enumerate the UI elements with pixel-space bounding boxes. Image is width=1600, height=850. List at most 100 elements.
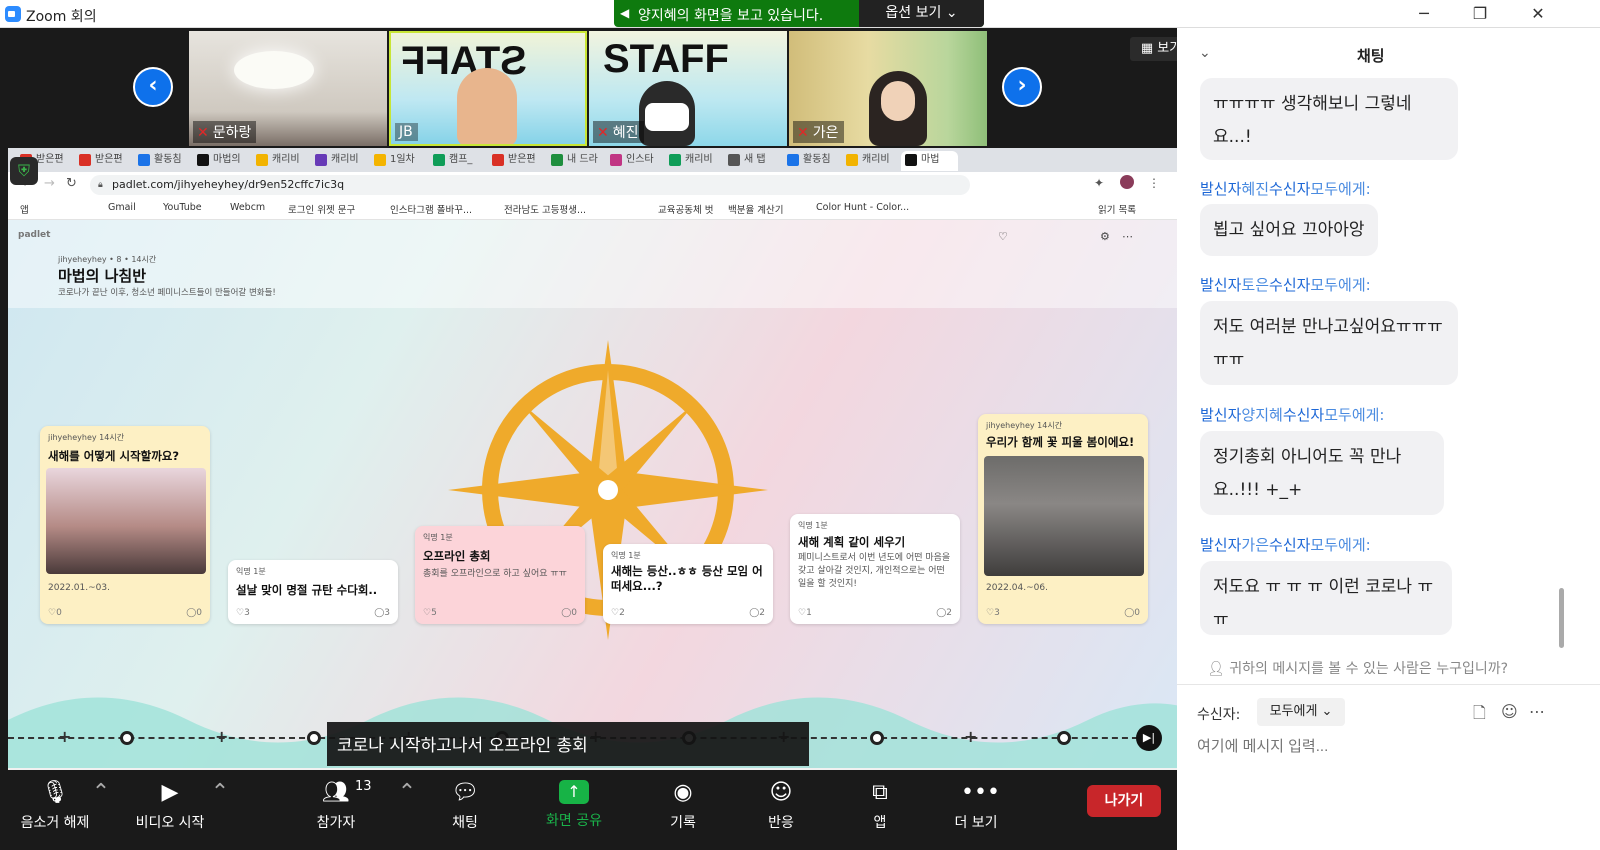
browser-tab[interactable]: 내 드라 bbox=[547, 151, 604, 171]
timeline-node[interactable] bbox=[120, 731, 134, 745]
bookmark-item[interactable]: 앱 bbox=[20, 202, 29, 216]
post-card[interactable]: 익명 1분 설날 맞이 명절 규탄 수다회.. ♡3 ◯3 bbox=[228, 560, 398, 624]
participant-tile-1[interactable]: ✕ 문하랑 bbox=[189, 31, 387, 146]
participant-tile-3[interactable]: STAFF ✕ 혜진 bbox=[589, 31, 787, 146]
bookmark-item[interactable]: Gmail bbox=[108, 202, 136, 213]
post-comments[interactable]: ◯2 bbox=[936, 608, 952, 618]
leave-meeting-button[interactable]: 나가기 bbox=[1087, 785, 1161, 817]
chevron-down-icon[interactable]: ⌄ bbox=[1199, 45, 1211, 61]
browser-tab[interactable]: 새 탭 bbox=[724, 151, 781, 171]
prev-participants-button[interactable]: ‹ bbox=[133, 67, 173, 107]
share-screen-button[interactable]: ↑ 화면 공유 bbox=[538, 770, 610, 850]
browser-tab[interactable]: 1일차 bbox=[370, 151, 427, 171]
participant-tile-2[interactable]: STAFF JB bbox=[389, 31, 587, 146]
bookmark-item[interactable]: 인스타그램 폴바꾸... bbox=[390, 202, 472, 216]
tab-label: 마법의 bbox=[213, 154, 241, 165]
person-icon: 👤︎ bbox=[1207, 661, 1230, 677]
bookmark-item[interactable]: 읽기 목록 bbox=[1098, 202, 1136, 216]
add-post-marker[interactable]: + bbox=[58, 727, 71, 746]
url-field[interactable]: 🔒︎ padlet.com/jihyeheyhey/dr9en52cffc7ic3… bbox=[90, 175, 970, 195]
browser-tab[interactable]: 마법 bbox=[901, 151, 958, 171]
restore-button[interactable]: ❐ bbox=[1456, 0, 1504, 28]
browser-tab[interactable]: 인스타 bbox=[606, 151, 663, 171]
post-likes[interactable]: ♡2 bbox=[611, 608, 625, 618]
timeline-node[interactable] bbox=[870, 731, 884, 745]
timeline-node[interactable] bbox=[1057, 731, 1071, 745]
bookmark-item[interactable]: 백분율 계산기 bbox=[728, 202, 783, 216]
ceiling-light bbox=[234, 51, 314, 89]
post-body: 페미니스트로서 이번 년도에 어떤 마음을 갖고 살아갈 것인지, 개인적으로는… bbox=[798, 553, 951, 589]
next-participants-button[interactable]: › bbox=[1002, 67, 1042, 107]
more-button[interactable]: ••• 더 보기 bbox=[945, 770, 1007, 850]
security-shield-icon[interactable]: ⛨ bbox=[10, 157, 38, 185]
tab-favicon-icon bbox=[846, 154, 858, 166]
timeline-end-button[interactable]: ▶| bbox=[1136, 725, 1162, 751]
chat-sender-line: 발신자토은수신자모두에게: bbox=[1200, 276, 1371, 294]
post-likes[interactable]: ♡5 bbox=[423, 608, 437, 618]
post-likes[interactable]: ♡3 bbox=[986, 608, 1000, 618]
video-options-caret[interactable]: ⌃ bbox=[205, 770, 229, 850]
add-post-marker[interactable]: + bbox=[964, 727, 977, 746]
view-options-button[interactable]: 옵션 보기 ⌄ bbox=[859, 0, 984, 27]
browser-tab[interactable]: 활동침 bbox=[783, 151, 840, 171]
browser-tab[interactable]: 캐리비 bbox=[842, 151, 899, 171]
emoji-icon[interactable]: ☺ bbox=[1501, 702, 1518, 721]
post-likes[interactable]: ♡3 bbox=[236, 608, 250, 618]
post-comments[interactable]: ◯0 bbox=[1124, 608, 1140, 618]
profile-avatar[interactable] bbox=[1120, 175, 1134, 189]
more-icon[interactable]: ⋯ bbox=[1122, 230, 1133, 243]
post-card[interactable]: jihyeheyhey 14시간 우리가 함께 꽃 피울 봄이에요! 2022.… bbox=[978, 414, 1148, 624]
settings-icon[interactable]: ⚙ bbox=[1100, 230, 1110, 243]
bookmark-item[interactable]: Color Hunt - Color... bbox=[816, 202, 909, 213]
browser-tab[interactable]: 마법의 bbox=[193, 151, 250, 171]
minimize-button[interactable]: ─ bbox=[1400, 0, 1448, 28]
browser-tab[interactable]: 활동침 bbox=[134, 151, 191, 171]
post-comments[interactable]: ◯0 bbox=[561, 608, 577, 618]
bookmark-item[interactable]: YouTube bbox=[163, 202, 202, 213]
reactions-button[interactable]: ☺ 반응 bbox=[756, 770, 806, 850]
bookmark-item[interactable]: 교육공동체 벗 bbox=[658, 202, 713, 216]
post-comments[interactable]: ◯2 bbox=[749, 608, 765, 618]
recipient-dropdown[interactable]: 모두에게 ⌄ bbox=[1257, 698, 1345, 726]
grid-icon: ▦ bbox=[1140, 41, 1154, 56]
forward-icon[interactable]: → bbox=[44, 176, 55, 191]
post-card[interactable]: jihyeheyhey 14시간 새해를 어떻게 시작할까요? 2022.01.… bbox=[40, 426, 210, 624]
participants-options-caret[interactable]: ⌃ bbox=[392, 770, 416, 850]
chat-scrollbar[interactable] bbox=[1559, 588, 1564, 648]
post-card[interactable]: 익명 1분 새해는 등산..ㅎㅎ 등산 모임 어떠세요...? ♡2 ◯2 bbox=[603, 544, 773, 624]
post-card[interactable]: 익명 1분 새해 계획 같이 세우기 페미니스트로서 이번 년도에 어떤 마음을… bbox=[790, 514, 960, 624]
browser-tab[interactable]: 캠프_ bbox=[429, 151, 486, 171]
browser-tab[interactable]: 캐리비 bbox=[311, 151, 368, 171]
bookmark-item[interactable]: 전라남도 고등평생... bbox=[504, 202, 586, 216]
record-button[interactable]: ◉ 기록 bbox=[658, 770, 708, 850]
heart-icon[interactable]: ♡ bbox=[998, 230, 1008, 243]
bookmark-item[interactable]: Webcm bbox=[230, 202, 265, 213]
chat-privacy-note[interactable]: 👤︎ 귀하의 메시지를 볼 수 있는 사람은 누구입니까? bbox=[1207, 658, 1508, 678]
chat-button[interactable]: 💬︎ 채팅 bbox=[440, 770, 490, 850]
start-video-button[interactable]: ▶ 비디오 시작 bbox=[125, 770, 215, 850]
post-likes[interactable]: ♡1 bbox=[798, 608, 812, 618]
bookmark-item[interactable]: 로그인 위젯 문구 bbox=[288, 202, 355, 216]
file-icon[interactable]: 🗋︎ bbox=[1473, 702, 1486, 729]
post-comments[interactable]: ◯3 bbox=[374, 608, 390, 618]
apps-button[interactable]: ⧉ 앱 bbox=[855, 770, 905, 850]
tab-label: 1일차 bbox=[390, 154, 415, 165]
more-options-icon[interactable]: ⋯ bbox=[1529, 702, 1545, 721]
participant-tile-4[interactable]: ✕ 가은 bbox=[789, 31, 987, 146]
post-comments[interactable]: ◯0 bbox=[186, 608, 202, 618]
post-card[interactable]: 익명 1분 오프라인 총회 총회를 오프라인으로 하고 싶어요 ㅠㅠ ♡5 ◯0 bbox=[415, 526, 585, 624]
reload-icon[interactable]: ↻ bbox=[66, 176, 77, 191]
audio-options-caret[interactable]: ⌃ bbox=[86, 770, 110, 850]
add-post-marker[interactable]: + bbox=[215, 727, 228, 746]
browser-menu-icon[interactable]: ⋮ bbox=[1148, 176, 1160, 190]
browser-tab[interactable]: 받은편 bbox=[75, 151, 132, 171]
chat-message-input[interactable] bbox=[1197, 738, 1577, 755]
browser-tab[interactable]: 캐리비 bbox=[665, 151, 722, 171]
post-likes[interactable]: ♡0 bbox=[48, 608, 62, 618]
timeline-node[interactable] bbox=[307, 731, 321, 745]
browser-tab[interactable]: 받은편 bbox=[488, 151, 545, 171]
post-author: 익명 1분 bbox=[423, 533, 453, 542]
close-window-button[interactable]: ✕ bbox=[1514, 0, 1562, 28]
extensions-icon[interactable]: ✦ bbox=[1094, 176, 1104, 190]
browser-tab[interactable]: 캐리비 bbox=[252, 151, 309, 171]
